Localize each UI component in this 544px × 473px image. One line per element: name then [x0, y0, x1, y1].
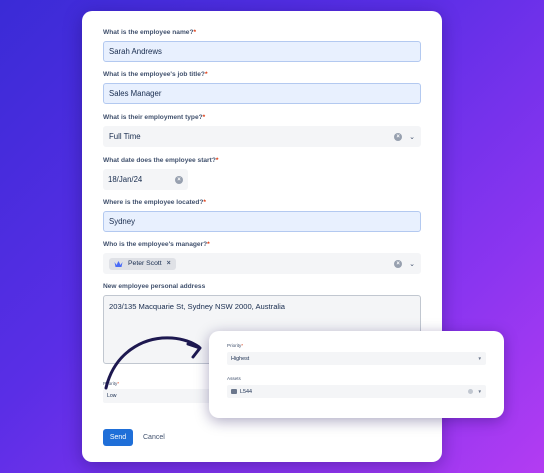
popup-assets-field: Assets L544 ▼ [227, 376, 486, 398]
popup-assets-label: Assets [227, 376, 241, 381]
job-title-value: Sales Manager [109, 89, 162, 98]
start-date-value: 18/Jan/24 [108, 175, 143, 184]
popup-assets-value: L544 [240, 388, 252, 395]
clear-icon[interactable]: × [175, 175, 183, 184]
required-marker: * [202, 114, 206, 121]
manager-field: Who is the employee's manager?* Peter Sc… [103, 240, 421, 274]
manager-chip-label: Peter Scott [128, 260, 162, 267]
address-value: 203/135 Macquarie St, Sydney NSW 2000, A… [109, 302, 286, 311]
close-icon[interactable]: × [167, 260, 171, 267]
location-value: Sydney [109, 217, 136, 226]
clear-icon[interactable] [467, 389, 473, 394]
location-field: Where is the employee located?* Sydney [103, 198, 421, 232]
required-marker: * [207, 241, 210, 248]
job-title-field: What is the employee's job title?* Sales… [103, 70, 421, 104]
zoom-popup-card: Priority* Highest ▼ Assets L544 ▼ [209, 331, 504, 418]
avatar-icon [114, 260, 123, 267]
curved-arrow-icon [104, 336, 202, 390]
required-marker: * [215, 157, 219, 164]
location-input[interactable]: Sydney [103, 211, 421, 232]
address-label: New employee personal address [103, 283, 206, 290]
employment-type-field: What is their employment type?* Full Tim… [103, 113, 421, 147]
employment-type-label: What is their employment type? [103, 114, 203, 121]
employee-name-value: Sarah Andrews [109, 47, 162, 56]
required-marker: * [193, 29, 197, 36]
start-date-label: What date does the employee start? [103, 157, 216, 164]
popup-priority-label: Priority [227, 343, 242, 348]
location-label: Where is the employee located? [103, 199, 204, 206]
clear-icon[interactable]: × [394, 132, 403, 141]
job-title-input[interactable]: Sales Manager [103, 83, 421, 104]
manager-chip: Peter Scott × [109, 257, 176, 270]
send-button[interactable]: Send [103, 429, 133, 446]
chevron-down-icon[interactable]: ▼ [478, 389, 482, 394]
popup-assets-select[interactable]: L544 ▼ [227, 385, 486, 398]
start-date-input[interactable]: 18/Jan/24 × [103, 169, 188, 190]
chevron-down-icon[interactable]: ⌄ [409, 133, 415, 141]
cancel-button[interactable]: Cancel [140, 429, 168, 446]
chevron-down-icon[interactable]: ▼ [478, 356, 482, 361]
employment-type-select[interactable]: Full Time × ⌄ [103, 126, 421, 147]
job-title-label: What is the employee's job title? [103, 71, 205, 78]
employee-name-label: What is the employee name? [103, 29, 194, 36]
required-marker: * [203, 199, 206, 206]
asset-icon [231, 389, 237, 394]
employee-name-input[interactable]: Sarah Andrews [103, 41, 421, 62]
popup-priority-value: Highest [231, 355, 250, 362]
popup-priority-select[interactable]: Highest ▼ [227, 352, 486, 365]
chevron-down-icon[interactable]: ⌄ [409, 260, 415, 268]
required-marker: * [241, 343, 244, 348]
clear-icon[interactable]: × [394, 259, 403, 268]
manager-select[interactable]: Peter Scott × × ⌄ [103, 253, 421, 274]
popup-priority-field: Priority* Highest ▼ [227, 343, 486, 365]
manager-label: Who is the employee's manager? [103, 241, 208, 248]
employee-name-field: What is the employee name?* Sarah Andrew… [103, 28, 421, 62]
start-date-field: What date does the employee start?* 18/J… [103, 156, 421, 190]
employment-type-value: Full Time [109, 132, 141, 141]
priority-value: Low [107, 393, 117, 399]
required-marker: * [204, 71, 208, 78]
